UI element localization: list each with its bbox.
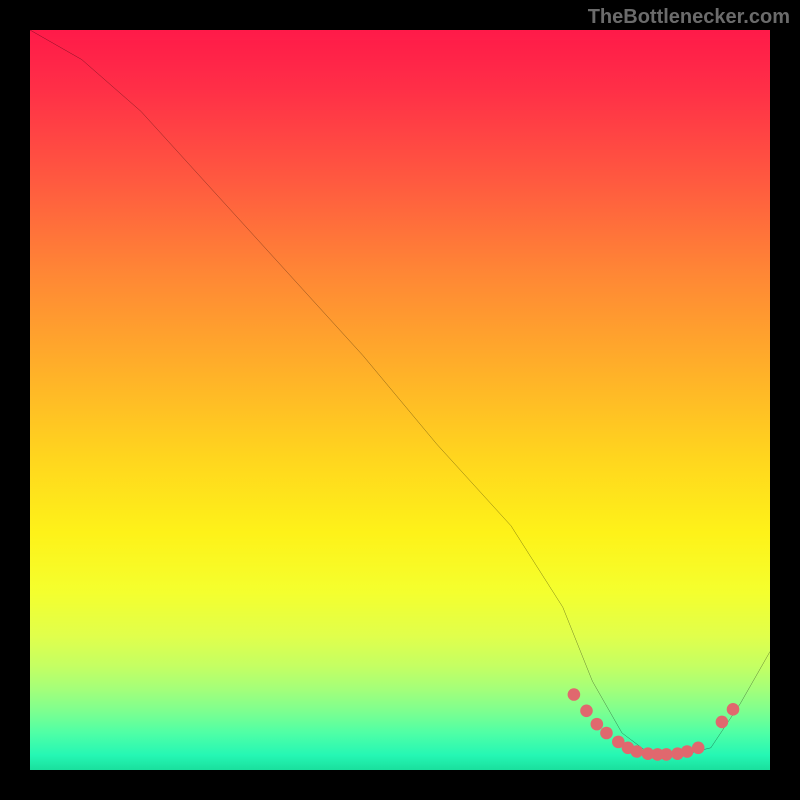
chart-marker — [591, 718, 604, 731]
chart-marker — [631, 745, 644, 758]
chart-markers — [568, 688, 740, 761]
chart-marker — [716, 716, 729, 729]
chart-marker — [660, 748, 673, 761]
chart-marker — [692, 742, 705, 755]
chart-marker — [727, 703, 740, 716]
chart-marker — [568, 688, 581, 701]
chart-curve — [30, 30, 770, 755]
chart-svg — [30, 30, 770, 770]
watermark-text: TheBottlenecker.com — [588, 6, 790, 29]
chart-marker — [681, 745, 694, 758]
chart-marker — [600, 727, 613, 740]
chart-plot-area — [30, 30, 770, 770]
chart-marker — [580, 705, 593, 718]
